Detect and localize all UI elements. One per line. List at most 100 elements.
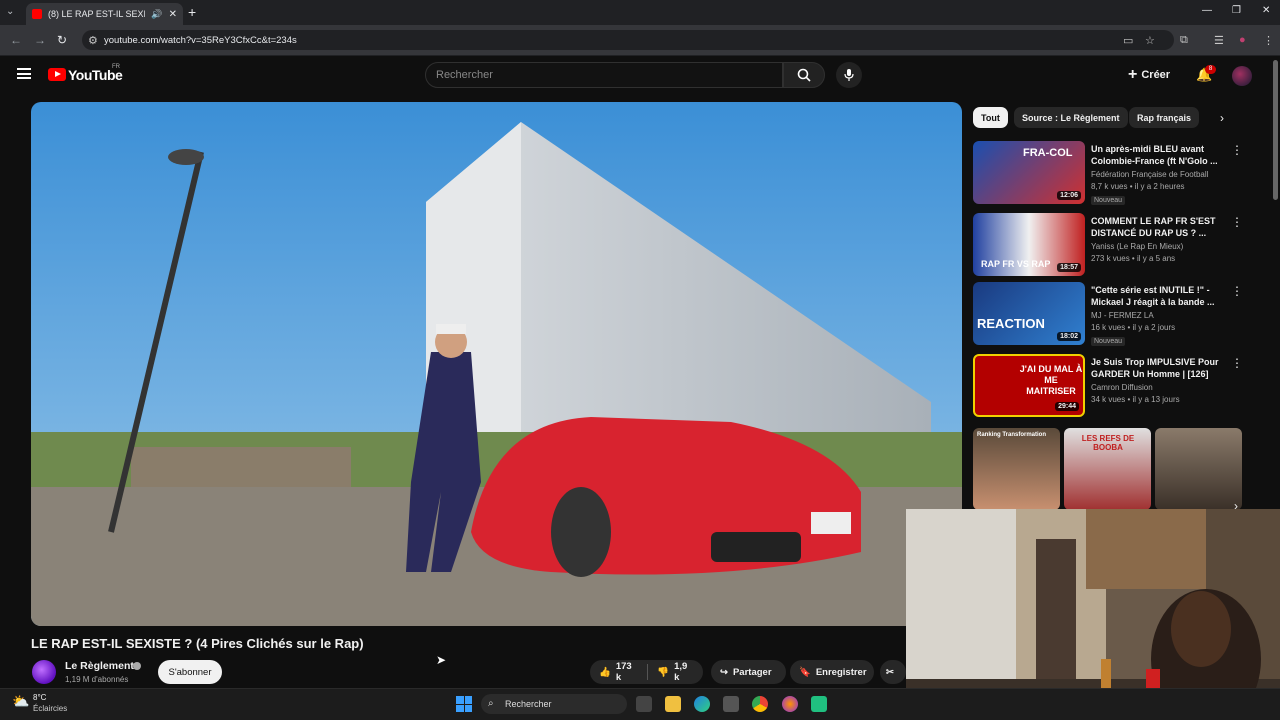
- list-item[interactable]: REACTION 18:02 "Cette série est INUTILE …: [973, 282, 1263, 346]
- share-label: Partager: [732, 666, 772, 678]
- reload-icon[interactable]: ↻: [57, 33, 67, 47]
- country-code: FR: [112, 64, 120, 70]
- weather-temperature[interactable]: 8°C: [33, 693, 46, 702]
- video-title[interactable]: "Cette série est INUTILE !" - Mickael J …: [1091, 284, 1221, 308]
- video-thumbnail[interactable]: REACTION 18:02: [973, 282, 1085, 345]
- chip-tout[interactable]: Tout: [973, 107, 1008, 128]
- taskbar-search-icon: ⌕: [488, 698, 494, 709]
- tab-search-chevron-icon[interactable]: ⌄: [6, 6, 14, 17]
- like-count[interactable]: 173 k: [616, 661, 638, 683]
- firefox-icon[interactable]: [782, 696, 798, 712]
- channel-name[interactable]: MJ - FERMEZ LA: [1091, 311, 1154, 320]
- minimize-icon[interactable]: —: [1202, 5, 1212, 16]
- search-icon: [797, 68, 811, 82]
- windows-start-icon[interactable]: [456, 696, 472, 712]
- maximize-icon[interactable]: ❐: [1232, 5, 1241, 16]
- short-thumbnail[interactable]: [1155, 428, 1242, 510]
- back-icon[interactable]: ←: [10, 33, 22, 47]
- video-meta: 273 k vues • il y a 5 ans: [1091, 254, 1176, 263]
- thumbs-up-icon[interactable]: 👍: [599, 667, 611, 678]
- channel-avatar[interactable]: [32, 660, 56, 684]
- chrome-icon[interactable]: [752, 696, 768, 712]
- browser-tab[interactable]: (8) LE RAP EST-IL SEXISTE ? 🔊 ✕: [26, 3, 183, 25]
- forward-icon[interactable]: →: [34, 33, 46, 47]
- verified-check-icon: [133, 662, 141, 670]
- channel-name[interactable]: Yaniss (Le Rap En Mieux): [1091, 242, 1183, 251]
- like-dislike-group: 👍 173 k 👎 1,9 k: [590, 660, 703, 684]
- plus-icon: +: [1128, 66, 1138, 83]
- video-player[interactable]: [31, 102, 962, 626]
- video-thumbnail[interactable]: J'AI DU MAL À ME MAITRISER 29:44: [973, 354, 1085, 417]
- browser-menu-icon[interactable]: ⋮: [1263, 34, 1274, 47]
- file-explorer-icon[interactable]: [665, 696, 681, 712]
- channel-name[interactable]: Fédération Française de Football: [1091, 170, 1208, 179]
- window-close-icon[interactable]: ✕: [1262, 5, 1270, 16]
- tab-close-icon[interactable]: ✕: [169, 9, 177, 20]
- youtube-logo-icon[interactable]: [48, 68, 66, 81]
- bookmark-star-icon[interactable]: ☆: [1145, 34, 1155, 47]
- weather-icon[interactable]: ⛅: [12, 693, 29, 710]
- more-options-icon[interactable]: ⋮: [1231, 215, 1243, 229]
- url-text: youtube.com/watch?v=35ReY3CfxCc&t=234s: [104, 34, 297, 46]
- search-button[interactable]: [783, 62, 825, 88]
- like-separator: [647, 664, 649, 680]
- create-button[interactable]: + Créer: [1128, 66, 1170, 84]
- weather-description[interactable]: Éclaircies: [33, 704, 67, 713]
- chip-source[interactable]: Source : Le Règlement: [1014, 107, 1128, 128]
- page-scrollbar[interactable]: [1273, 60, 1278, 200]
- more-options-icon[interactable]: ⋮: [1231, 143, 1243, 157]
- taskbar-search-label: Rechercher: [505, 699, 552, 709]
- clip-button[interactable]: ✂: [880, 660, 906, 684]
- new-badge: Nouveau: [1091, 196, 1126, 205]
- list-item[interactable]: J'AI DU MAL À ME MAITRISER 29:44 Je Suis…: [973, 354, 1263, 418]
- video-title[interactable]: Je Suis Trop IMPULSIVE Pour GARDER Un Ho…: [1091, 356, 1221, 380]
- thumbs-down-icon[interactable]: 👎: [657, 667, 669, 678]
- short-thumbnail[interactable]: Ranking Transformation: [973, 428, 1060, 510]
- edge-icon[interactable]: [694, 696, 710, 712]
- thumbnail-text: REACTION: [977, 316, 1045, 331]
- video-meta: 8,7 k vues • il y a 2 heures: [1091, 182, 1185, 191]
- dislike-count[interactable]: 1,9 k: [674, 661, 694, 683]
- video-title[interactable]: COMMENT LE RAP FR S'EST DISTANCÉ DU RAP …: [1091, 215, 1221, 239]
- list-item[interactable]: FRA-COL 12:06 Un après-midi BLEU avant C…: [973, 141, 1263, 205]
- extensions-icon[interactable]: ⧉: [1180, 34, 1188, 47]
- voice-search-button[interactable]: [836, 62, 862, 88]
- save-button[interactable]: 🔖 Enregistrer: [790, 660, 874, 684]
- task-view-icon[interactable]: [636, 696, 652, 712]
- video-meta: 16 k vues • il y a 2 jours: [1091, 323, 1176, 332]
- hamburger-menu-icon[interactable]: [17, 68, 31, 79]
- chip-rap-francais[interactable]: Rap français: [1129, 107, 1200, 128]
- app-icon[interactable]: [811, 696, 827, 712]
- more-options-icon[interactable]: ⋮: [1231, 356, 1243, 370]
- video-thumbnail[interactable]: RAP FR VS RAP 18:57: [973, 213, 1085, 276]
- video-thumbnail[interactable]: FRA-COL 12:06: [973, 141, 1085, 204]
- thumbnail-text: J'AI DU MAL À ME MAITRISER: [1019, 364, 1083, 396]
- microphone-icon: [844, 69, 854, 81]
- duration-badge: 18:02: [1057, 332, 1081, 341]
- more-options-icon[interactable]: ⋮: [1231, 284, 1243, 298]
- duration-badge: 29:44: [1055, 402, 1079, 411]
- speaker-icon[interactable]: 🔊: [151, 9, 162, 20]
- list-item[interactable]: RAP FR VS RAP 18:57 COMMENT LE RAP FR S'…: [973, 213, 1263, 277]
- new-tab-button[interactable]: +: [188, 4, 196, 20]
- search-input[interactable]: Rechercher: [425, 62, 783, 88]
- short-thumbnail[interactable]: LES REFS DE BOOBA: [1064, 428, 1151, 510]
- account-avatar[interactable]: [1232, 66, 1252, 86]
- channel-name[interactable]: Camron Diffusion: [1091, 383, 1153, 392]
- taskbar-search[interactable]: Rechercher: [481, 694, 627, 714]
- share-button[interactable]: ↪ Partager: [711, 660, 786, 684]
- share-icon: ↪: [720, 666, 728, 678]
- thumbnail-text: RAP FR VS RAP: [981, 259, 1051, 269]
- site-info-icon[interactable]: ⚙: [88, 34, 98, 47]
- video-title[interactable]: Un après-midi BLEU avant Colombie-France…: [1091, 143, 1221, 167]
- address-bar[interactable]: youtube.com/watch?v=35ReY3CfxCc&t=234s: [82, 30, 1174, 50]
- channel-name[interactable]: Le Règlement: [65, 660, 134, 672]
- profile-icon[interactable]: ●: [1239, 34, 1246, 46]
- chevron-right-icon[interactable]: ›: [1220, 111, 1224, 125]
- tab-groups-icon[interactable]: ☰: [1214, 34, 1224, 47]
- subscribe-button[interactable]: S'abonner: [158, 660, 222, 684]
- video-title: LE RAP EST-IL SEXISTE ? (4 Pires Clichés…: [31, 636, 364, 651]
- cast-icon[interactable]: ▭: [1123, 34, 1133, 47]
- duration-badge: 12:06: [1057, 191, 1081, 200]
- store-icon[interactable]: [723, 696, 739, 712]
